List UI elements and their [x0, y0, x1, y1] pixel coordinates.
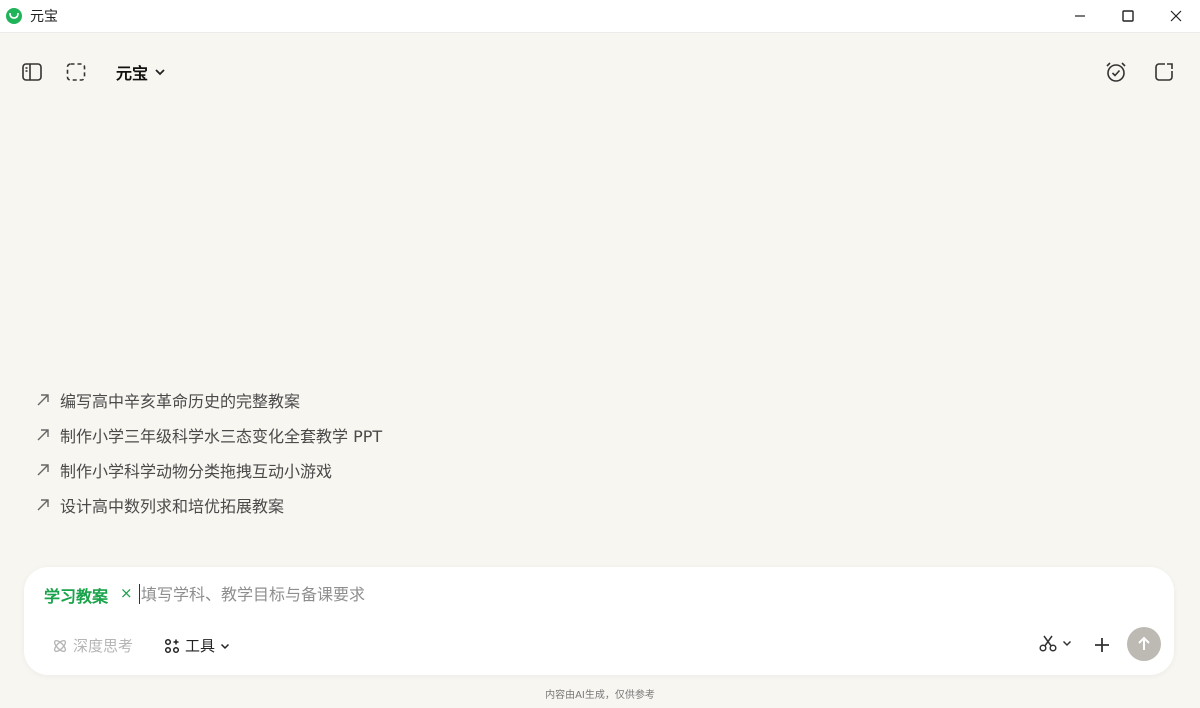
minimize-icon: [1075, 15, 1085, 17]
new-chat-icon: [1155, 63, 1173, 81]
suggestion-text: 编写高中辛亥革命历史的完整教案: [60, 392, 301, 411]
alarm-clock-icon: [1106, 62, 1126, 82]
alarm-button[interactable]: [1104, 60, 1128, 84]
tools-button[interactable]: 工具: [164, 635, 230, 656]
atom-icon: [53, 639, 67, 652]
close-button[interactable]: [1152, 0, 1200, 32]
composer: 学习教案 × 深度思考 工具: [24, 567, 1174, 675]
chevron-down-icon: [1062, 640, 1072, 647]
ai-disclaimer: 内容由AI生成，仅供参考: [545, 690, 655, 701]
suggestion-text: 设计高中数列求和培优拓展教案: [60, 497, 285, 516]
suggestion-item[interactable]: 设计高中数列求和培优拓展教案: [36, 493, 382, 517]
text-caret: [139, 584, 140, 604]
arrow-up-icon: [1138, 636, 1150, 650]
model-name: 元宝: [116, 64, 149, 83]
send-button[interactable]: [1127, 627, 1161, 661]
scissors-icon: [1039, 635, 1057, 652]
window-title: 元宝: [30, 9, 58, 25]
title-bar: 元宝: [0, 0, 1200, 33]
sidebar-toggle-button[interactable]: [20, 60, 44, 84]
sidebar-icon: [22, 63, 42, 81]
prompt-input[interactable]: [141, 581, 1041, 607]
new-chat-button[interactable]: [1152, 60, 1176, 84]
deep-think-label: 深度思考: [73, 637, 134, 655]
arrow-up-right-icon: [37, 499, 49, 511]
window-controls: [1056, 0, 1200, 32]
arrow-up-right-icon: [37, 394, 49, 406]
header-toolbar: 元宝: [0, 48, 1200, 96]
maximize-button[interactable]: [1104, 0, 1152, 32]
suggestion-text: 制作小学三年级科学水三态变化全套教学 PPT: [60, 427, 383, 446]
tools-label: 工具: [185, 637, 216, 655]
chevron-down-icon: [220, 643, 230, 649]
suggestion-item[interactable]: 编写高中辛亥革命历史的完整教案: [36, 388, 382, 412]
mode-tag-close-button[interactable]: ×: [120, 584, 133, 602]
screenshot-button[interactable]: [64, 60, 88, 84]
scissors-dropdown-button[interactable]: [1038, 633, 1072, 653]
add-attachment-button[interactable]: [1090, 633, 1114, 657]
suggestion-list: 编写高中辛亥革命历史的完整教案 制作小学三年级科学水三态变化全套教学 PPT 制…: [36, 388, 382, 528]
close-icon: [1170, 10, 1182, 22]
minimize-button[interactable]: [1056, 0, 1104, 32]
maximize-icon: [1122, 10, 1134, 22]
dashed-select-icon: [66, 63, 86, 81]
grid-dots-icon: [164, 638, 180, 653]
model-selector[interactable]: 元宝: [116, 60, 166, 84]
plus-icon: [1095, 638, 1109, 652]
mode-tag-label: 学习教案: [44, 587, 109, 606]
suggestion-text: 制作小学科学动物分类拖拽互动小游戏: [60, 462, 333, 481]
suggestion-item[interactable]: 制作小学科学动物分类拖拽互动小游戏: [36, 458, 382, 482]
app-logo-icon: [6, 8, 22, 24]
suggestion-item[interactable]: 制作小学三年级科学水三态变化全套教学 PPT: [36, 423, 382, 447]
arrow-up-right-icon: [37, 429, 49, 441]
arrow-up-right-icon: [37, 464, 49, 476]
deep-think-button[interactable]: 深度思考: [52, 635, 133, 656]
chevron-down-icon: [155, 69, 165, 76]
